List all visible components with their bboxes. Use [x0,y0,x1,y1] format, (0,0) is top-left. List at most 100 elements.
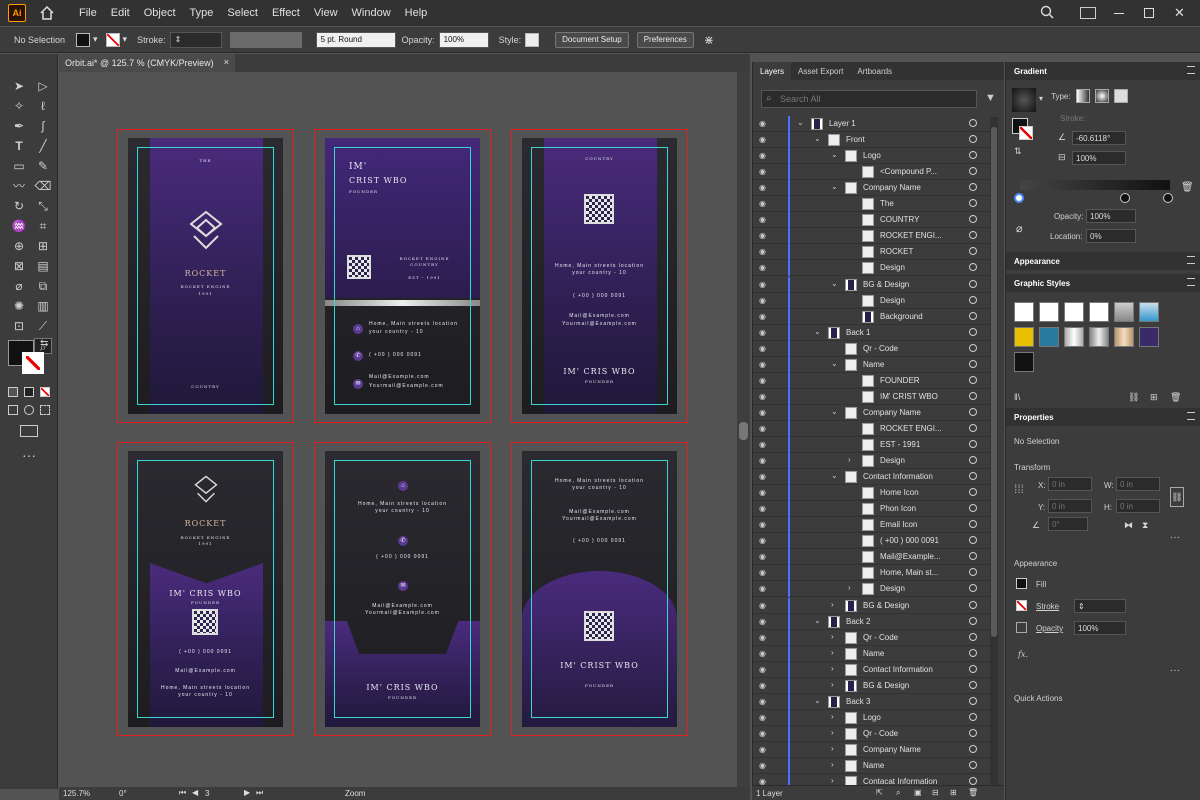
target-circle-icon[interactable] [969,231,977,240]
target-circle-icon[interactable] [969,359,977,368]
target-circle-icon[interactable] [969,295,977,304]
rectangle-tool-icon[interactable]: ▭ [10,158,28,174]
target-circle-icon[interactable] [969,456,977,465]
color-mode-icon[interactable] [8,387,18,397]
target-circle-icon[interactable] [969,199,977,208]
free-transform-icon[interactable]: ⌗ [34,218,52,234]
first-artboard-icon[interactable]: ⏮ [179,788,186,798]
chevron-right-icon[interactable]: › [831,664,834,673]
flip-horizontal-icon[interactable]: ⧓ [1124,520,1133,531]
chevron-right-icon[interactable]: › [831,728,834,737]
target-circle-icon[interactable] [969,632,977,641]
visibility-eye-icon[interactable]: ◉ [759,408,769,417]
layer-row[interactable]: ◉ FOUNDER [753,372,993,389]
visibility-eye-icon[interactable]: ◉ [759,199,769,208]
layer-row[interactable]: ◉ <Compound P... [753,164,993,181]
target-circle-icon[interactable] [969,119,977,127]
layer-name[interactable]: <Compound P... [880,167,937,176]
line-tool-icon[interactable]: ╱ [34,138,52,154]
stroke-label[interactable]: Stroke [1036,602,1059,611]
layer-name[interactable]: ROCKET ENGI... [880,231,942,240]
target-circle-icon[interactable] [969,680,977,689]
chevron-down-icon[interactable]: ⌄ [831,182,838,191]
gradient-preview[interactable] [1012,88,1036,112]
layer-name[interactable]: Logo [863,713,881,722]
preferences-button[interactable]: Preferences [636,31,694,48]
reference-point-icon[interactable]: ⁞⁞⁞ [1014,482,1024,496]
layer-name[interactable]: Company Name [863,745,921,754]
symbol-sprayer-icon[interactable]: ✺ [10,298,28,314]
visibility-eye-icon[interactable]: ◉ [759,312,769,321]
layer-name[interactable]: Logo [863,151,881,160]
menu-window[interactable]: Window [345,7,398,19]
more-tools-icon[interactable]: ··· [22,447,36,463]
layer-name[interactable]: Name [863,761,884,770]
tab-layers[interactable]: Layers [753,62,792,80]
draw-behind-icon[interactable] [24,405,34,415]
layer-name[interactable]: COUNTRY [880,215,919,224]
target-circle-icon[interactable] [969,263,977,272]
target-circle-icon[interactable] [969,423,977,432]
layer-row[interactable]: ◉ Email Icon [753,517,993,534]
layer-name[interactable]: BG & Design [863,681,909,690]
target-circle-icon[interactable] [969,600,977,609]
menu-type[interactable]: Type [183,7,221,19]
chevron-down-icon[interactable]: ⌄ [831,471,838,480]
y-input[interactable]: 0 in [1048,499,1092,513]
target-circle-icon[interactable] [969,472,977,481]
menu-file[interactable]: File [72,7,104,19]
gradient-stop[interactable] [1120,193,1130,203]
visibility-eye-icon[interactable]: ◉ [759,392,769,401]
chevron-down-icon[interactable]: ⌄ [797,118,804,127]
target-circle-icon[interactable] [969,151,977,160]
layer-name[interactable]: The [880,199,894,208]
target-circle-icon[interactable] [969,183,977,192]
artboard-6[interactable]: Home, Main streets location your country… [511,442,688,736]
layer-row[interactable]: ◉ ⌄ Company Name [753,404,993,421]
visibility-eye-icon[interactable]: ◉ [759,263,769,272]
gradient-stroke-swatch[interactable] [1019,126,1033,140]
layer-name[interactable]: Qr - Code [863,633,898,642]
target-circle-icon[interactable] [969,215,977,224]
tab-artboards[interactable]: Artboards [850,62,899,80]
layer-row[interactable]: ◉ ⌄ Front [753,132,993,149]
layer-row[interactable]: ◉ ⌄ Name [753,356,993,373]
layer-name[interactable]: Design [880,263,905,272]
opacity-label[interactable]: Opacity [1036,624,1063,633]
chevron-right-icon[interactable]: › [848,455,851,464]
target-circle-icon[interactable] [969,552,977,561]
visibility-eye-icon[interactable]: ◉ [759,296,769,305]
visibility-eye-icon[interactable]: ◉ [759,440,769,449]
menu-select[interactable]: Select [220,7,265,19]
layer-name[interactable]: Mail@Example... [880,552,941,561]
gradient-aspect-input[interactable]: 100% [1072,151,1126,165]
previous-artboard-icon[interactable]: ◀ [192,788,198,797]
stroke-weight-input[interactable]: ⇕ [1074,599,1126,613]
layer-name[interactable]: ROCKET ENGI... [880,424,942,433]
layer-row[interactable]: ◉ ( +00 ) 000 0091 [753,533,993,550]
visibility-eye-icon[interactable]: ◉ [759,520,769,529]
panel-menu-icon[interactable] [1187,66,1195,74]
chevron-down-icon[interactable]: ⌄ [831,407,838,416]
opacity-input[interactable]: 100% [438,31,489,48]
artboard-5[interactable]: ⌂ Home, Main streets location your count… [314,442,491,736]
stroke-weight-input[interactable]: ⇕ [169,31,222,48]
layer-name[interactable]: Home Icon [880,488,919,497]
more-options-icon[interactable]: ··· [1170,532,1180,543]
layer-row[interactable]: ◉ ROCKET ENGI... [753,228,993,245]
visibility-eye-icon[interactable]: ◉ [759,424,769,433]
visibility-eye-icon[interactable]: ◉ [759,472,769,481]
gradient-mode-icon[interactable] [24,387,34,397]
layer-row[interactable]: ◉ Design [753,292,993,309]
layer-name[interactable]: Phon Icon [880,504,916,513]
menu-help[interactable]: Help [398,7,435,19]
graphic-styles-panel-title[interactable]: Graphic Styles [1014,279,1070,288]
layer-row[interactable]: ◉ EST - 1991 [753,437,993,453]
layer-row[interactable]: ◉ Qr - Code [753,340,993,357]
chevron-down-icon[interactable]: ⌄ [814,696,821,705]
layer-name[interactable]: Design [880,296,905,305]
new-sublayer-icon[interactable]: ⊟ [932,788,939,797]
graphic-style-swatch[interactable] [1089,327,1109,347]
layer-row[interactable]: ◉ COUNTRY [753,212,993,229]
style-swatch[interactable] [525,32,540,47]
